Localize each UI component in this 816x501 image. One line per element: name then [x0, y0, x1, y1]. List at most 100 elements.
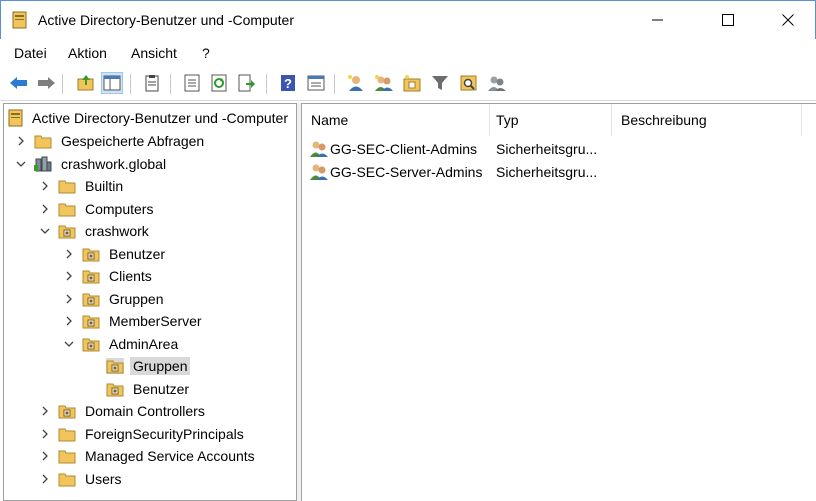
properties-button[interactable] [181, 72, 203, 94]
column-header-name[interactable]: Name [302, 104, 490, 136]
up-level-button[interactable] [75, 72, 97, 94]
tree-node-label: Domain Controllers [85, 403, 205, 419]
new-group-button[interactable] [373, 72, 395, 94]
list-item-name: GG-SEC-Server-Admins [330, 164, 483, 180]
console-tree[interactable]: Active Directory-Benutzer und -Computer … [3, 103, 297, 501]
maximize-button[interactable] [705, 1, 751, 39]
toolbar-separator [62, 74, 63, 94]
chevron-right-icon[interactable] [63, 293, 75, 305]
tree-node-adminarea[interactable]: AdminArea [63, 333, 181, 355]
tree-node-managed-service-accounts[interactable]: Managed Service Accounts [39, 445, 258, 467]
tree-node-users[interactable]: Users [39, 468, 125, 490]
forward-button[interactable] [35, 72, 57, 94]
tree-node-crashwork-global[interactable]: crashwork.global [15, 153, 169, 175]
security-group-icon [310, 164, 328, 180]
tree-node-label: crashwork [85, 223, 149, 239]
chevron-right-icon[interactable] [39, 428, 51, 440]
tree-node-label: crashwork.global [61, 155, 167, 172]
find-button[interactable] [458, 72, 480, 94]
column-header-type[interactable]: Typ [490, 104, 612, 136]
toolbar-separator [334, 74, 335, 94]
close-button[interactable] [765, 1, 811, 39]
menu-datei[interactable]: Datei [14, 45, 47, 61]
tree-node-benutzer[interactable]: Benutzer [87, 378, 192, 400]
tree-node-benutzer[interactable]: Benutzer [63, 243, 168, 265]
menu-aktion[interactable]: Aktion [68, 45, 107, 61]
chevron-down-icon[interactable] [63, 338, 75, 350]
tree-node-label: Builtin [85, 178, 124, 194]
back-button[interactable] [8, 72, 30, 94]
column-header-label: Beschreibung [621, 112, 707, 128]
organizational-unit-icon [58, 223, 76, 239]
chevron-right-icon[interactable] [39, 473, 51, 485]
tree-node-domain-controllers[interactable]: Domain Controllers [39, 400, 208, 422]
column-header-description[interactable]: Beschreibung [612, 104, 802, 136]
tree-node-builtin[interactable]: Builtin [39, 175, 126, 197]
list-item[interactable]: GG-SEC-Server-Admins Sicherheitsgru... [302, 161, 802, 183]
chevron-right-icon[interactable] [39, 450, 51, 462]
filter-icon [432, 76, 448, 90]
tree-node-gespeicherte-abfragen[interactable]: Gespeicherte Abfragen [15, 130, 207, 152]
maximize-icon [722, 14, 734, 26]
tree-node-label: Users [85, 470, 122, 487]
active-directory-root-icon [8, 109, 23, 127]
chevron-right-icon[interactable] [39, 203, 51, 215]
new-ou-button[interactable] [401, 72, 423, 94]
svg-text:?: ? [284, 76, 292, 91]
toolbar-separator [130, 74, 131, 94]
tree-root[interactable]: Active Directory-Benutzer und -Computer [8, 107, 291, 129]
console-view-icon [307, 75, 325, 91]
tree-node-gruppen[interactable]: Gruppen [63, 288, 166, 310]
minimize-button[interactable] [635, 1, 681, 39]
minimize-icon [652, 19, 663, 21]
toolbar-separator [266, 74, 267, 94]
folder-icon [58, 178, 76, 194]
help-button[interactable]: ? [277, 72, 299, 94]
new-user-button[interactable] [345, 72, 367, 94]
refresh-button[interactable] [208, 72, 230, 94]
chevron-right-icon[interactable] [15, 135, 27, 147]
chevron-right-icon[interactable] [63, 248, 75, 260]
filter-button[interactable] [429, 72, 451, 94]
tree-node-gruppen[interactable]: Gruppen [87, 355, 191, 377]
title-bar: Active Directory-Benutzer und -Computer [0, 0, 816, 39]
security-group-icon [310, 141, 328, 157]
add-to-group-button[interactable] [486, 72, 508, 94]
tree-node-foreignsecurityprincipals[interactable]: ForeignSecurityPrincipals [39, 423, 247, 445]
clipboard-button[interactable] [141, 72, 163, 94]
column-header-label: Name [311, 112, 349, 128]
folder-icon [58, 201, 76, 217]
export-list-button[interactable] [236, 72, 258, 94]
tree-node-memberserver[interactable]: MemberServer [63, 310, 205, 332]
chevron-right-icon[interactable] [63, 315, 75, 327]
domain-icon [34, 156, 52, 172]
list-item[interactable]: GG-SEC-Client-Admins Sicherheitsgru... [302, 138, 802, 160]
result-pane[interactable]: Name Typ Beschreibung GG-SEC-Client-Admi… [301, 103, 816, 501]
chevron-right-icon[interactable] [63, 270, 75, 282]
chevron-down-icon[interactable] [15, 158, 27, 170]
chevron-down-icon[interactable] [39, 225, 51, 237]
tree-node-label: Managed Service Accounts [85, 448, 255, 464]
menu-help[interactable]: ? [202, 45, 210, 61]
tree-node-clients[interactable]: Clients [63, 265, 155, 287]
tree-node-computers[interactable]: Computers [39, 198, 156, 220]
menu-ansicht[interactable]: Ansicht [131, 45, 177, 61]
toolbar: ? [0, 67, 816, 101]
tree-node-label: ForeignSecurityPrincipals [85, 425, 244, 442]
tree-node-label: AdminArea [109, 335, 179, 352]
chevron-right-icon[interactable] [39, 405, 51, 417]
tree-node-label: Gruppen [130, 357, 191, 375]
show-hide-tree-button[interactable] [101, 72, 123, 94]
console-view-button[interactable] [305, 72, 327, 94]
organizational-unit-icon [82, 313, 100, 329]
up-folder-icon [77, 75, 94, 91]
chevron-right-icon[interactable] [39, 180, 51, 192]
export-list-icon [238, 74, 255, 92]
tree-node-crashwork[interactable]: crashwork [39, 220, 152, 242]
tree-node-label: Gruppen [109, 290, 164, 307]
new-user-icon [348, 75, 363, 91]
properties-icon [184, 74, 200, 92]
organizational-unit-icon [82, 246, 100, 262]
